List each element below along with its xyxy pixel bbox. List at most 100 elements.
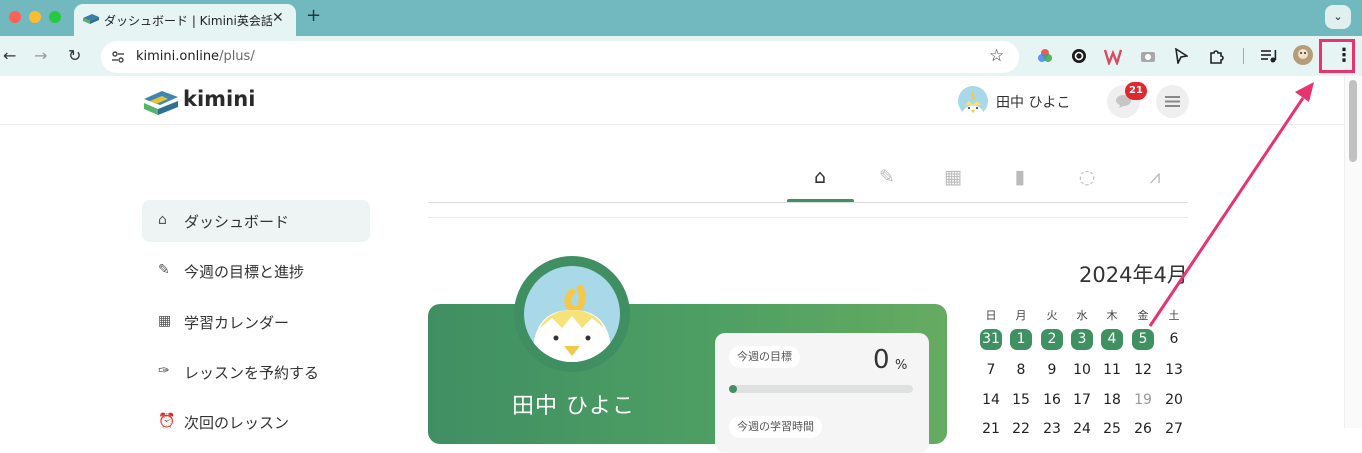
site-header: kimini 田中 ひよこ [0,76,1362,125]
calendar-day[interactable]: 18 [1101,392,1123,408]
calendar-day[interactable]: 1 [1010,329,1032,350]
tab-title: ダッシュボード | Kimini英会話 [104,14,273,28]
calendar-day[interactable]: 26 [1132,421,1154,437]
calendar-day[interactable]: 17 [1071,392,1093,408]
chart-icon: ⩘ [1149,166,1161,188]
writing-extension-icon[interactable] [1104,47,1122,65]
calendar-day[interactable]: 21 [980,421,1002,437]
reload-icon[interactable]: ↻ [68,46,81,65]
calendar-weekday: 土 [1168,309,1180,322]
browser-toolbar: ← → ↻ kimini.online/plus/ ☆ ⋮ [0,36,1362,76]
calendar-day[interactable]: 14 [980,392,1002,408]
forward-arrow-icon[interactable]: → [34,46,47,65]
calendar-day[interactable]: 6 [1163,331,1185,347]
calendar-weekday: 日 [985,309,997,322]
kebab-menu-icon: ⋮ [1335,45,1353,66]
calendar-weekday: 水 [1076,309,1088,322]
sidebar-item-book-lesson[interactable]: ✑ レッスンを予約する [142,351,370,393]
calendar-day[interactable]: 12 [1132,362,1154,378]
new-tab-button[interactable]: + [306,5,321,26]
tab-stats[interactable]: ⩘ [1122,166,1188,192]
calendar-day[interactable]: 19 [1132,392,1154,408]
window-zoom-button[interactable] [49,11,61,23]
logo-text[interactable]: kimini [183,87,255,111]
grammarly-extension-icon[interactable] [1071,48,1087,64]
calendar-month-title: 2024年4月 [1079,263,1188,287]
window-close-button[interactable] [9,11,21,23]
chick-avatar-icon [532,284,612,362]
home-icon: ⌂ [158,212,167,228]
profile-name: 田中 ひよこ [512,394,635,419]
weekly-goal-progress-fill [729,385,737,393]
user-avatar[interactable] [958,86,988,116]
calendar-day[interactable]: 9 [1041,362,1063,378]
cursor-extension-icon[interactable] [1174,48,1188,64]
camera-extension-icon[interactable] [1140,49,1156,63]
calendar-day[interactable]: 25 [1101,421,1123,437]
tab-search-button[interactable]: ⌄ [1325,5,1351,29]
profile-avatar-icon[interactable] [1293,45,1313,65]
tab-home[interactable]: ⌂ [787,166,853,192]
header-user-name[interactable]: 田中 ひよこ [996,92,1070,112]
calendar-day[interactable]: 27 [1163,421,1185,437]
calendar-day[interactable]: 5 [1132,329,1154,350]
calendar-day[interactable]: 23 [1041,421,1063,437]
favicon-icon [83,14,99,24]
calendar-day[interactable]: 10 [1071,362,1093,378]
calendar-weekday: 金 [1137,309,1149,322]
book-icon: ▮ [1014,166,1026,188]
calendar-icon: ▦ [944,166,962,188]
tab-divider [428,202,1188,203]
color-wheel-extension-icon[interactable] [1037,48,1053,64]
calendar-day[interactable]: 11 [1101,362,1123,378]
calendar-day[interactable]: 15 [1010,392,1032,408]
calendar-weekday: 月 [1015,309,1027,322]
back-arrow-icon[interactable]: ← [3,46,16,65]
sidebar-item-dashboard[interactable]: ⌂ ダッシュボード [142,200,370,242]
sidebar-item-weekly-goals[interactable]: ✎ 今週の目標と進捗 [142,250,370,292]
sidebar-item-label: 今週の目標と進捗 [184,263,305,281]
calendar-day[interactable]: 24 [1071,421,1093,437]
hamburger-icon [1165,96,1180,107]
calendar-day[interactable]: 22 [1010,421,1032,437]
tab-messages[interactable]: ◌ [1054,166,1120,192]
calendar-weekday: 木 [1106,309,1118,322]
puzzle-extensions-icon[interactable] [1208,47,1226,65]
browser-tab-bar: ダッシュボード | Kimini英会話 ✕ + ⌄ [0,0,1362,36]
calendar-day[interactable]: 31 [980,329,1002,350]
alarm-clock-icon: ⏰ [158,413,176,429]
tab-calendar[interactable]: ▦ [920,166,986,192]
tab-close-icon[interactable]: ✕ [272,10,284,26]
calendar-day[interactable]: 2 [1041,329,1063,350]
weekly-goal-value: 0 [873,345,890,375]
media-control-icon[interactable] [1260,48,1278,64]
bookmark-star-icon[interactable]: ☆ [989,46,1004,66]
address-bar[interactable]: kimini.online/plus/ ☆ [101,41,1019,73]
sidebar-item-label: 次回のレッスン [184,414,290,432]
hamburger-menu-button[interactable] [1156,85,1189,118]
sidebar-item-study-calendar[interactable]: ▦ 学習カレンダー [142,301,370,343]
browser-menu-button[interactable]: ⋮ [1319,39,1355,73]
calendar-day[interactable]: 4 [1101,329,1123,350]
scrollbar-thumb[interactable] [1349,80,1357,162]
calendar-day[interactable]: 7 [980,362,1002,378]
url-text[interactable]: kimini.online/plus/ [136,49,255,64]
tab-textbook[interactable]: ▮ [987,166,1053,192]
calendar-day[interactable]: 8 [1010,362,1032,378]
calendar-day[interactable]: 20 [1163,392,1185,408]
sidebar-item-next-lesson[interactable]: ⏰ 次回のレッスン [142,401,370,443]
site-settings-icon[interactable] [111,50,125,64]
browser-tab-active[interactable]: ダッシュボード | Kimini英会話 ✕ [74,4,296,36]
calendar-day[interactable]: 16 [1041,392,1063,408]
profile-avatar[interactable] [524,266,620,362]
window-minimize-button[interactable] [29,11,41,23]
tab-divider-secondary [428,217,1188,218]
calendar-day[interactable]: 13 [1163,362,1185,378]
toolbar-divider [1243,48,1244,64]
sidebar-item-label: 学習カレンダー [184,314,290,332]
home-icon: ⌂ [813,166,827,188]
tab-goals[interactable]: ✎ [854,166,920,192]
calendar-day[interactable]: 3 [1071,329,1093,350]
kimini-logo-icon[interactable] [142,87,180,115]
weekly-goal-progress-track [729,385,913,393]
